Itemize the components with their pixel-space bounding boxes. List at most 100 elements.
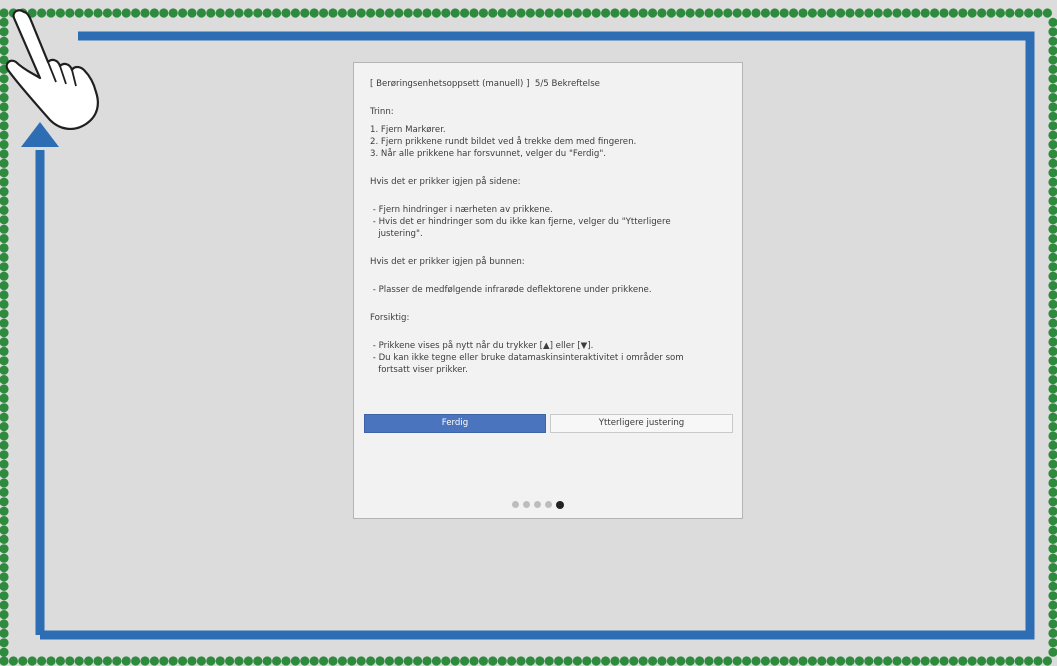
calibration-dot[interactable]	[1048, 271, 1057, 281]
calibration-dot[interactable]	[995, 656, 1006, 666]
calibration-dot[interactable]	[554, 8, 564, 18]
calibration-dot[interactable]	[1048, 450, 1057, 460]
calibration-dot[interactable]	[206, 8, 216, 18]
calibration-dot[interactable]	[460, 8, 470, 18]
calibration-dot[interactable]	[0, 403, 9, 413]
calibration-dot[interactable]	[37, 656, 47, 666]
calibration-dot[interactable]	[1048, 440, 1057, 450]
calibration-dot[interactable]	[394, 656, 404, 666]
calibration-dot[interactable]	[243, 656, 253, 666]
calibration-dot[interactable]	[742, 656, 752, 666]
calibration-dot[interactable]	[262, 8, 272, 18]
calibration-dot[interactable]	[168, 8, 178, 18]
calibration-dot[interactable]	[319, 656, 329, 666]
calibration-dot[interactable]	[1048, 281, 1057, 291]
calibration-dot[interactable]	[0, 478, 9, 488]
calibration-dot[interactable]	[779, 656, 789, 666]
calibration-dot[interactable]	[1048, 149, 1057, 159]
calibration-dot[interactable]	[1048, 290, 1057, 300]
calibration-dot[interactable]	[1048, 506, 1057, 516]
calibration-dot[interactable]	[131, 656, 141, 666]
calibration-dot[interactable]	[1048, 64, 1057, 74]
calibration-dot[interactable]	[187, 8, 197, 18]
calibration-dot[interactable]	[1014, 656, 1024, 666]
calibration-dot[interactable]	[873, 656, 883, 666]
calibration-dot[interactable]	[441, 8, 451, 18]
calibration-dot[interactable]	[1048, 83, 1057, 93]
calibration-dot[interactable]	[525, 656, 536, 666]
calibration-dot[interactable]	[779, 8, 789, 18]
calibration-dot[interactable]	[1048, 487, 1057, 497]
calibration-dot[interactable]	[215, 656, 225, 666]
calibration-dot[interactable]	[1048, 309, 1057, 319]
calibration-dot[interactable]	[845, 8, 855, 18]
calibration-dot[interactable]	[544, 656, 554, 666]
calibration-dot[interactable]	[939, 656, 949, 666]
calibration-dot[interactable]	[1048, 497, 1057, 507]
calibration-dot[interactable]	[723, 8, 733, 18]
calibration-dot[interactable]	[0, 234, 9, 244]
calibration-dot[interactable]	[178, 8, 188, 18]
calibration-dot[interactable]	[901, 656, 912, 666]
calibration-dot[interactable]	[854, 8, 865, 18]
calibration-dot[interactable]	[751, 656, 761, 666]
further-adjustment-button[interactable]: Ytterligere justering	[550, 414, 733, 433]
calibration-dot[interactable]	[281, 8, 291, 18]
calibration-dot[interactable]	[0, 544, 9, 554]
calibration-dot[interactable]	[1048, 74, 1057, 84]
calibration-dot[interactable]	[619, 656, 630, 666]
calibration-dot[interactable]	[826, 656, 836, 666]
calibration-dot[interactable]	[836, 656, 846, 666]
calibration-dot[interactable]	[0, 158, 9, 168]
calibration-dot[interactable]	[0, 656, 9, 666]
calibration-dot[interactable]	[102, 8, 112, 18]
calibration-dot[interactable]	[1048, 356, 1057, 366]
calibration-dot[interactable]	[648, 8, 658, 18]
calibration-dot[interactable]	[478, 8, 488, 18]
calibration-dot[interactable]	[1048, 384, 1057, 394]
calibration-dot[interactable]	[0, 102, 9, 112]
calibration-dot[interactable]	[1042, 656, 1052, 666]
calibration-dot[interactable]	[770, 656, 780, 666]
calibration-dot[interactable]	[0, 93, 9, 103]
calibration-dot[interactable]	[713, 8, 724, 18]
calibration-dot[interactable]	[413, 8, 423, 18]
calibration-dot[interactable]	[65, 656, 75, 666]
calibration-dot[interactable]	[159, 656, 169, 666]
calibration-dot[interactable]	[0, 74, 9, 84]
calibration-dot[interactable]	[0, 252, 9, 262]
calibration-dot[interactable]	[826, 8, 836, 18]
calibration-dot[interactable]	[347, 8, 357, 18]
calibration-dot[interactable]	[883, 656, 893, 666]
calibration-dot[interactable]	[789, 656, 799, 666]
calibration-dot[interactable]	[450, 656, 460, 666]
calibration-dot[interactable]	[168, 656, 178, 666]
calibration-dot[interactable]	[394, 8, 404, 18]
calibration-dot[interactable]	[74, 8, 84, 18]
calibration-dot[interactable]	[507, 8, 517, 18]
calibration-dot[interactable]	[516, 8, 526, 18]
calibration-dot[interactable]	[0, 27, 9, 37]
calibration-dot[interactable]	[121, 8, 131, 18]
calibration-dot[interactable]	[657, 8, 667, 18]
calibration-dot[interactable]	[939, 8, 949, 18]
calibration-dot[interactable]	[102, 656, 112, 666]
calibration-dot[interactable]	[0, 177, 9, 187]
calibration-dot[interactable]	[0, 469, 9, 479]
calibration-dot[interactable]	[0, 215, 9, 225]
calibration-dot[interactable]	[845, 656, 855, 666]
calibration-dot[interactable]	[685, 8, 695, 18]
calibration-dot[interactable]	[1048, 168, 1057, 178]
calibration-dot[interactable]	[911, 8, 921, 18]
calibration-dot[interactable]	[469, 8, 479, 18]
calibration-dot[interactable]	[272, 656, 282, 666]
calibration-dot[interactable]	[140, 8, 150, 18]
calibration-dot[interactable]	[0, 393, 9, 403]
calibration-dot[interactable]	[1048, 431, 1057, 441]
calibration-dot[interactable]	[629, 656, 639, 666]
calibration-dot[interactable]	[807, 656, 818, 666]
calibration-dot[interactable]	[0, 205, 9, 215]
calibration-dot[interactable]	[901, 8, 912, 18]
calibration-dot[interactable]	[18, 656, 28, 666]
calibration-dot[interactable]	[807, 8, 818, 18]
